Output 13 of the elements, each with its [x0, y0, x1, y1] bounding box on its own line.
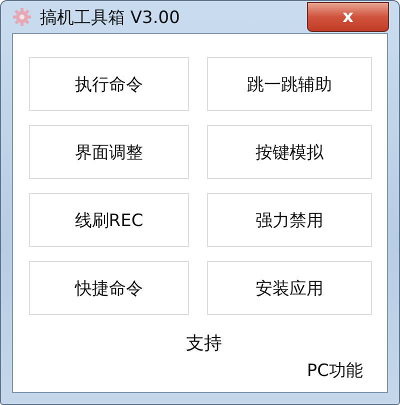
window-title: 搞机工具箱 V3.00: [40, 6, 180, 28]
tool-button[interactable]: 线刷REC: [29, 193, 189, 247]
tool-button[interactable]: 按键模拟: [207, 125, 372, 179]
close-button[interactable]: x: [307, 2, 389, 32]
tool-button[interactable]: 执行命令: [29, 57, 189, 111]
support-link[interactable]: 支持: [182, 329, 226, 357]
gear-icon: [12, 7, 32, 27]
tool-button[interactable]: 跳一跳辅助: [207, 57, 372, 111]
tool-button[interactable]: 强力禁用: [207, 193, 372, 247]
tool-button[interactable]: 安装应用: [207, 261, 372, 315]
pc-functions-link[interactable]: PC功能: [302, 357, 367, 384]
tool-button[interactable]: 界面调整: [29, 125, 189, 179]
tool-button[interactable]: 快捷命令: [29, 261, 189, 315]
